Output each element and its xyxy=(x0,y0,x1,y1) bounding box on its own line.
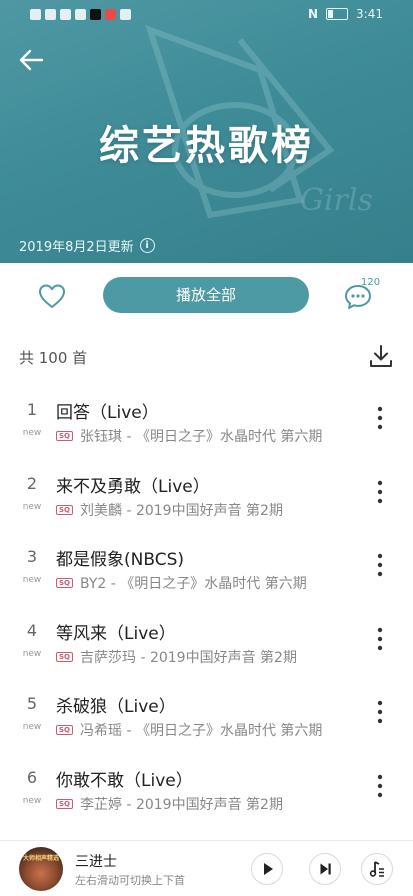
sq-badge: SQ xyxy=(56,725,73,735)
more-vertical-icon[interactable] xyxy=(370,772,390,800)
status-time: 3:41 xyxy=(356,7,383,21)
song-row[interactable]: 1 new 回答（Live） SQ 张钰琪 - 《明日之子》水晶时代 第六期 xyxy=(0,380,413,454)
svg-text:Girls: Girls xyxy=(300,183,373,218)
page-title: 综艺热歌榜 xyxy=(99,123,314,169)
song-title: 杀破狼（Live） xyxy=(56,697,176,717)
song-list: 1 new 回答（Live） SQ 张钰琪 - 《明日之子》水晶时代 第六期 2… xyxy=(0,380,413,821)
alert-icon xyxy=(30,9,41,20)
swipe-hint: 左右滑动可切换上下首 xyxy=(75,874,185,887)
song-subtitle: SQ 张钰琪 - 《明日之子》水晶时代 第六期 xyxy=(56,426,322,446)
new-tag: new xyxy=(22,722,42,732)
more-vertical-icon[interactable] xyxy=(370,625,390,653)
song-count: 共 100 首 xyxy=(19,349,88,367)
sq-badge: SQ xyxy=(56,431,73,441)
sq-badge: SQ xyxy=(56,504,73,515)
song-title: 你敢不敢（Live） xyxy=(56,770,193,791)
song-subtitle: SQ BY2 - 《明日之子》水晶时代 第六期 xyxy=(56,573,307,593)
list-header: 共 100 首 xyxy=(0,330,413,380)
mini-player: 大师相声精选 三进士 左右滑动可切换上下首 xyxy=(0,840,413,896)
song-artist-show: 冯希瑶 - 《明日之子》水晶时代 第六期 xyxy=(80,723,323,739)
song-index: 4 xyxy=(26,620,38,640)
status-icons-left xyxy=(30,9,131,20)
song-artist-show: BY2 - 《明日之子》水晶时代 第六期 xyxy=(80,576,307,592)
battery-icon xyxy=(326,8,349,20)
song-index: 2 xyxy=(26,473,38,493)
chart-header: Girls N 3:41 综艺热歌榜 2019年8月2日更新 i xyxy=(0,0,413,263)
song-row[interactable]: 5 new 杀破狼（Live） SQ 冯希瑶 - 《明日之子》水晶时代 第六期 xyxy=(0,674,413,748)
tiktok-icon xyxy=(90,9,101,20)
song-artist-show: 吉萨莎玛 - 2019中国好声音 第2期 xyxy=(80,649,297,666)
wifi-icon xyxy=(45,9,56,20)
more-vertical-icon[interactable] xyxy=(370,404,390,432)
song-row[interactable]: 6 new 你敢不敢（Live） SQ 李芷婷 - 2019中国好声音 第2期 xyxy=(0,748,413,822)
album-cover[interactable]: 大师相声精选 xyxy=(19,847,63,891)
song-artist-show: 李芷婷 - 2019中国好声音 第2期 xyxy=(80,796,283,813)
new-tag: new xyxy=(22,795,42,806)
now-playing-title: 三进士 xyxy=(75,854,117,870)
info-icon[interactable]: i xyxy=(139,238,155,253)
nfc-icon: N xyxy=(308,7,319,21)
app-notification-icon xyxy=(105,9,116,20)
song-row[interactable]: 2 new 来不及勇敢（Live） SQ 刘美麟 - 2019中国好声音 第2期 xyxy=(0,454,413,528)
song-title: 来不及勇敢（Live） xyxy=(56,476,210,497)
update-info: 2019年8月2日更新 i xyxy=(19,236,155,255)
sq-badge: SQ xyxy=(56,798,73,809)
song-row[interactable]: 4 new 等风来（Live） SQ 吉萨莎玛 - 2019中国好声音 第2期 xyxy=(0,601,413,675)
sq-badge: SQ xyxy=(56,651,73,662)
new-tag: new xyxy=(22,575,42,585)
song-subtitle: SQ 刘美麟 - 2019中国好声音 第2期 xyxy=(56,500,283,520)
action-bar: 播放全部 120 xyxy=(0,263,413,330)
song-index: 5 xyxy=(26,694,38,713)
wechat-icon xyxy=(60,9,71,20)
comment-count: 120 xyxy=(361,277,381,288)
song-title: 回答（Live） xyxy=(56,403,159,423)
notification-icon xyxy=(75,9,86,20)
play-icon[interactable] xyxy=(251,853,283,885)
sq-badge: SQ xyxy=(56,578,73,588)
heart-icon[interactable] xyxy=(37,282,67,310)
play-all-button[interactable]: 播放全部 xyxy=(103,277,309,313)
status-icons-right: N 3:41 xyxy=(308,7,383,21)
song-subtitle: SQ 吉萨莎玛 - 2019中国好声音 第2期 xyxy=(56,647,297,667)
song-subtitle: SQ 李芷婷 - 2019中国好声音 第2期 xyxy=(56,794,283,814)
next-icon[interactable] xyxy=(309,853,341,885)
song-index: 6 xyxy=(26,767,38,787)
new-tag: new xyxy=(22,428,42,438)
more-vertical-icon[interactable] xyxy=(370,551,390,579)
playlist-icon[interactable] xyxy=(361,853,393,885)
album-cover-text: 大师相声精选 xyxy=(22,855,59,862)
back-arrow-icon[interactable] xyxy=(16,46,48,74)
song-artist-show: 刘美麟 - 2019中国好声音 第2期 xyxy=(80,502,283,519)
update-date: 2019年8月2日更新 xyxy=(19,240,134,255)
song-index: 3 xyxy=(26,547,38,566)
song-subtitle: SQ 冯希瑶 - 《明日之子》水晶时代 第六期 xyxy=(56,720,322,740)
cloud-icon xyxy=(120,9,131,20)
song-row[interactable]: 3 new 都是假象(NBCS) SQ BY2 - 《明日之子》水晶时代 第六期 xyxy=(0,527,413,601)
new-tag: new xyxy=(22,648,42,659)
status-bar: N 3:41 xyxy=(0,0,413,32)
more-vertical-icon[interactable] xyxy=(370,698,390,726)
song-index: 1 xyxy=(26,400,38,419)
download-icon[interactable] xyxy=(368,343,394,369)
new-tag: new xyxy=(22,501,42,512)
song-artist-show: 张钰琪 - 《明日之子》水晶时代 第六期 xyxy=(80,429,323,445)
more-vertical-icon[interactable] xyxy=(370,478,390,506)
song-title: 都是假象(NBCS) xyxy=(56,550,185,570)
song-title: 等风来（Live） xyxy=(56,623,176,644)
